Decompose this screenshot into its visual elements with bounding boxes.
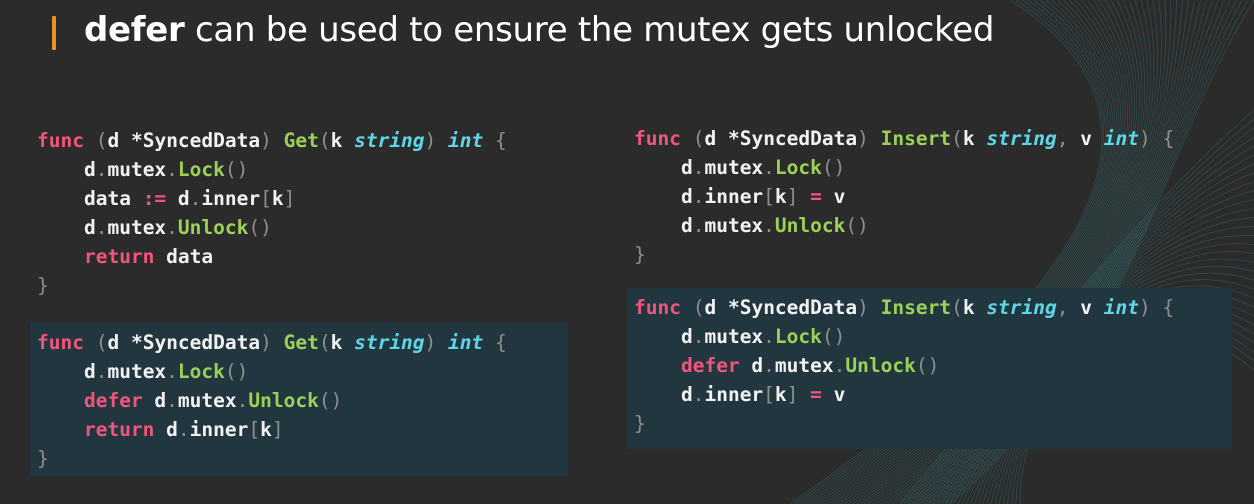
code-block-insert-defer: func (d *SyncedData) Insert(k string, v … bbox=[634, 296, 1175, 435]
title-keyword: defer bbox=[84, 10, 185, 50]
code-block-get-basic: func (d *SyncedData) Get(k string) int {… bbox=[37, 129, 507, 297]
title-text: can be used to ensure the mutex gets unl… bbox=[184, 10, 995, 50]
slide-title: defer can be used to ensure the mutex ge… bbox=[84, 10, 994, 50]
code-block-insert-basic: func (d *SyncedData) Insert(k string, v … bbox=[634, 127, 1175, 266]
title-accent-bar bbox=[52, 16, 56, 50]
code-block-get-defer: func (d *SyncedData) Get(k string) int {… bbox=[37, 331, 507, 470]
